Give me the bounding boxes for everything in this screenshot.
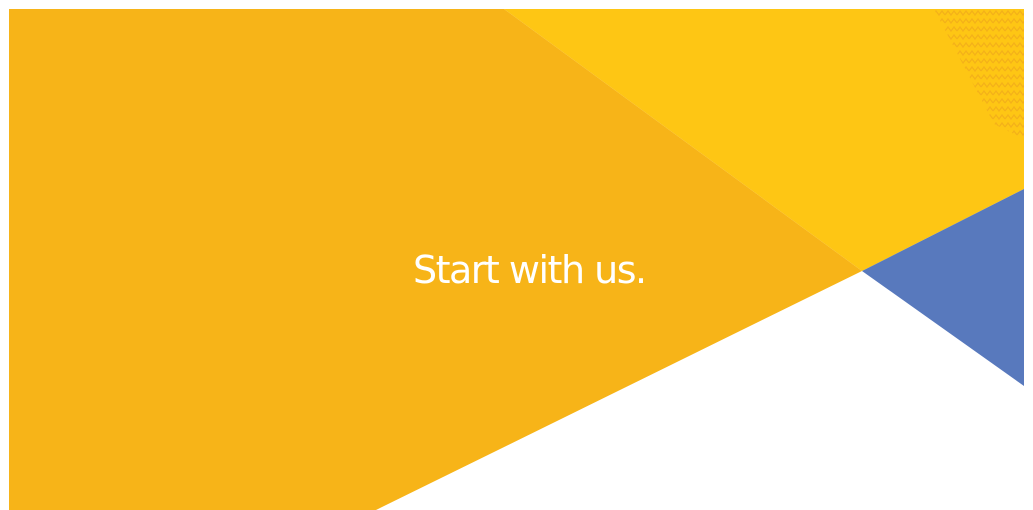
hero-banner: Start with us. — [9, 9, 1024, 510]
headline-text: Start with us. — [413, 248, 647, 292]
page: Start with us. — [0, 0, 1033, 510]
